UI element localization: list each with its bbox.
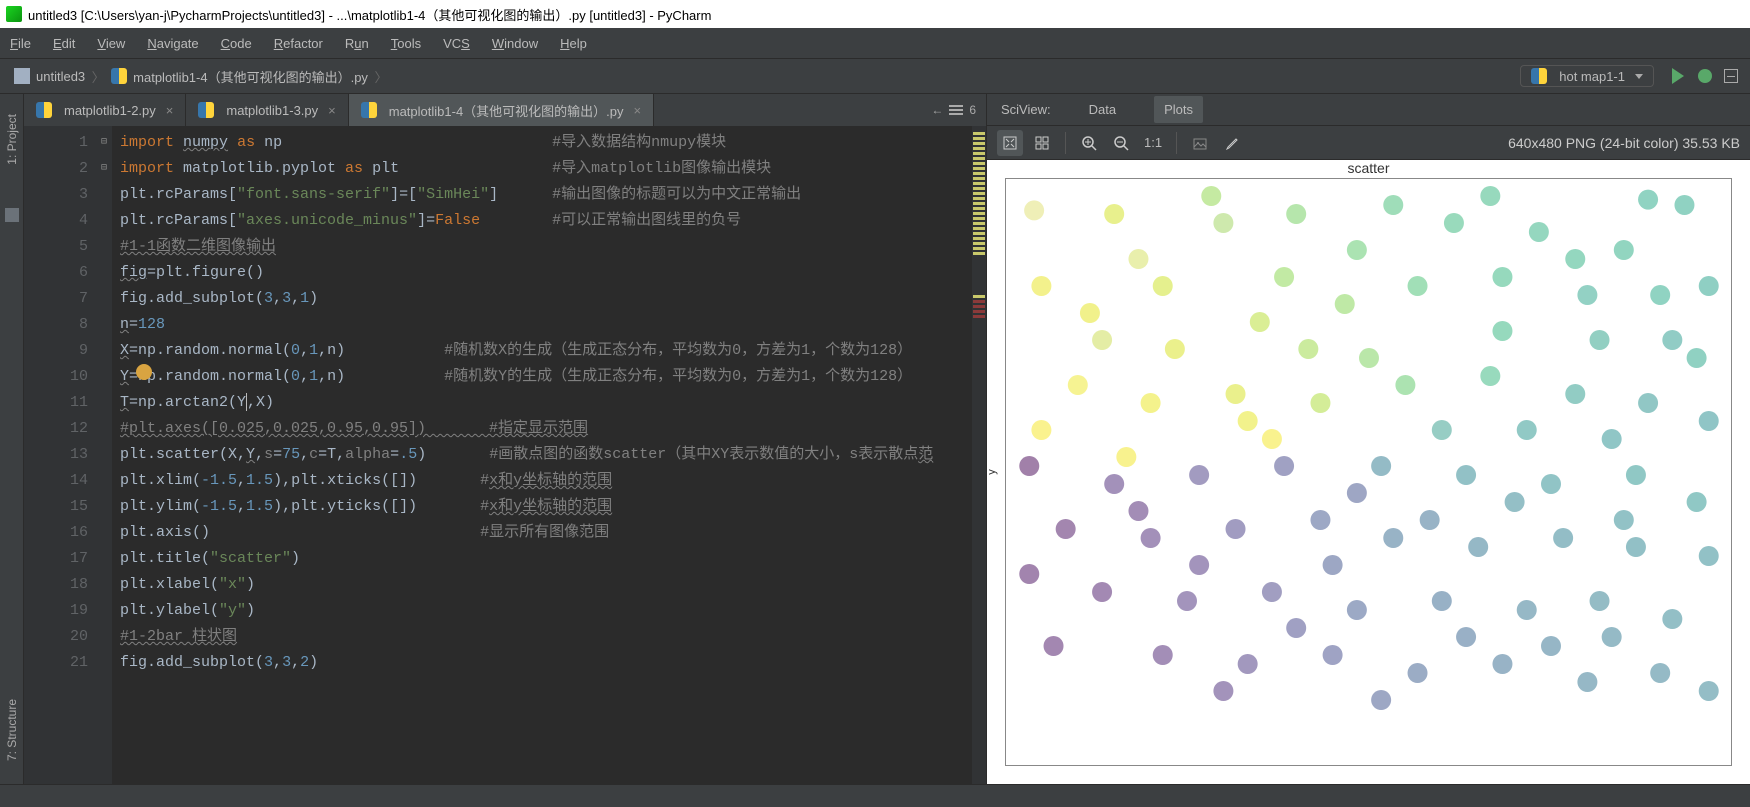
sciview-tabs: SciView: Data Plots	[987, 94, 1750, 126]
run-button[interactable]	[1672, 68, 1684, 84]
sciview-tab-plots[interactable]: Plots	[1154, 96, 1203, 123]
menu-code[interactable]: Code	[221, 36, 252, 51]
menu-view[interactable]: View	[97, 36, 125, 51]
menu-help[interactable]: Help	[560, 36, 587, 51]
menu-run[interactable]: Run	[345, 36, 369, 51]
breadcrumb-project-label: untitled3	[36, 69, 85, 84]
breadcrumb-file-label: matplotlib1-4（其他可视化图的输出）.py	[133, 67, 368, 86]
breadcrumb-sep-icon: 〉	[376, 61, 386, 91]
line-gutter: 123456789101112131415161718192021	[24, 126, 96, 784]
structure-tool-button[interactable]: 7: Structure	[5, 699, 19, 764]
fit-button[interactable]	[997, 130, 1023, 156]
dropdown-icon	[1635, 74, 1643, 79]
tab-label: matplotlib1-3.py	[226, 103, 318, 118]
grid-button[interactable]	[1029, 130, 1055, 156]
menu-window[interactable]: Window	[492, 36, 538, 51]
toolbar: untitled3 〉 matplotlib1-4（其他可视化图的输出）.py …	[0, 58, 1750, 94]
python-file-icon	[36, 102, 52, 118]
code-editor[interactable]: 123456789101112131415161718192021 ⊟⊟ imp…	[24, 126, 986, 784]
python-file-icon	[1531, 68, 1547, 84]
menu-tools[interactable]: Tools	[391, 36, 421, 51]
title-bar: untitled3 [C:\Users\yan-j\PycharmProject…	[0, 0, 1750, 28]
editor-tab[interactable]: matplotlib1-4（其他可视化图的输出）.py ×	[349, 94, 654, 126]
tab-label: matplotlib1-2.py	[64, 103, 156, 118]
ratio-button[interactable]: 1:1	[1140, 130, 1166, 156]
sciview-toolbar: 1:1 640x480 PNG (24-bit color) 35.53 KB	[987, 126, 1750, 160]
back-icon[interactable]: ←	[931, 103, 943, 117]
project-tool-button[interactable]: 1: Project	[5, 114, 19, 168]
save-image-button[interactable]	[1187, 130, 1213, 156]
menu-edit[interactable]: Edit	[53, 36, 75, 51]
menu-refactor[interactable]: Refactor	[274, 36, 323, 51]
close-icon[interactable]: ×	[634, 103, 642, 118]
breadcrumb-count: 6	[969, 103, 976, 117]
debug-button[interactable]	[1698, 69, 1712, 83]
run-config-selector[interactable]: hot map1-1	[1520, 65, 1654, 87]
tab-label: matplotlib1-4（其他可视化图的输出）.py	[389, 101, 624, 120]
folder-icon	[14, 68, 30, 84]
menu-bar: File Edit View Navigate Code Refactor Ru…	[0, 28, 1750, 58]
python-file-icon	[361, 102, 377, 118]
breadcrumb-sep-icon: 〉	[93, 61, 103, 91]
plot-title: scatter	[1347, 160, 1389, 176]
editor-pane: matplotlib1-2.py × matplotlib1-3.py × matp…	[24, 94, 986, 784]
sciview-title: SciView:	[1001, 102, 1051, 117]
run-config-label: hot map1-1	[1559, 69, 1625, 84]
editor-tab[interactable]: matplotlib1-2.py ×	[24, 94, 186, 126]
editor-tabs: matplotlib1-2.py × matplotlib1-3.py × matp…	[24, 94, 986, 126]
left-tool-rail: 1: Project 7: Structure	[0, 94, 24, 784]
menu-navigate[interactable]: Navigate	[147, 36, 198, 51]
breadcrumb-file[interactable]: matplotlib1-4（其他可视化图的输出）.py	[103, 67, 376, 86]
plot-ylabel: y	[987, 469, 998, 475]
close-icon[interactable]: ×	[166, 103, 174, 118]
status-bar	[0, 784, 1750, 807]
sciview-tab-data[interactable]: Data	[1079, 96, 1126, 123]
plot-area[interactable]: scatter y	[987, 160, 1750, 784]
more-button[interactable]	[1724, 69, 1738, 83]
editor-breadcrumb[interactable]: ← 6	[921, 94, 986, 126]
scatter-plot	[1005, 178, 1733, 718]
sciview-panel: SciView: Data Plots 1:1 640x480 PNG (24-…	[986, 94, 1750, 784]
error-stripe[interactable]	[972, 126, 986, 784]
intention-bulb-icon[interactable]	[136, 364, 152, 380]
python-file-icon	[111, 68, 127, 84]
menu-vcs[interactable]: VCS	[443, 36, 470, 51]
zoom-in-button[interactable]	[1076, 130, 1102, 156]
rail-icon[interactable]	[5, 208, 19, 222]
menu-file[interactable]: File	[10, 36, 31, 51]
color-picker-button[interactable]	[1219, 130, 1245, 156]
editor-tab[interactable]: matplotlib1-3.py ×	[186, 94, 348, 126]
breadcrumb-project[interactable]: untitled3	[6, 68, 93, 84]
image-info: 640x480 PNG (24-bit color) 35.53 KB	[1508, 135, 1740, 151]
pycharm-icon	[6, 6, 22, 22]
fold-column[interactable]: ⊟⊟	[96, 126, 112, 784]
close-icon[interactable]: ×	[328, 103, 336, 118]
python-file-icon	[198, 102, 214, 118]
window-title: untitled3 [C:\Users\yan-j\PycharmProject…	[28, 5, 711, 24]
zoom-out-button[interactable]	[1108, 130, 1134, 156]
code-content[interactable]: import numpy as np #导入数据结构nmupy模块import …	[112, 126, 972, 784]
list-icon	[949, 105, 963, 115]
